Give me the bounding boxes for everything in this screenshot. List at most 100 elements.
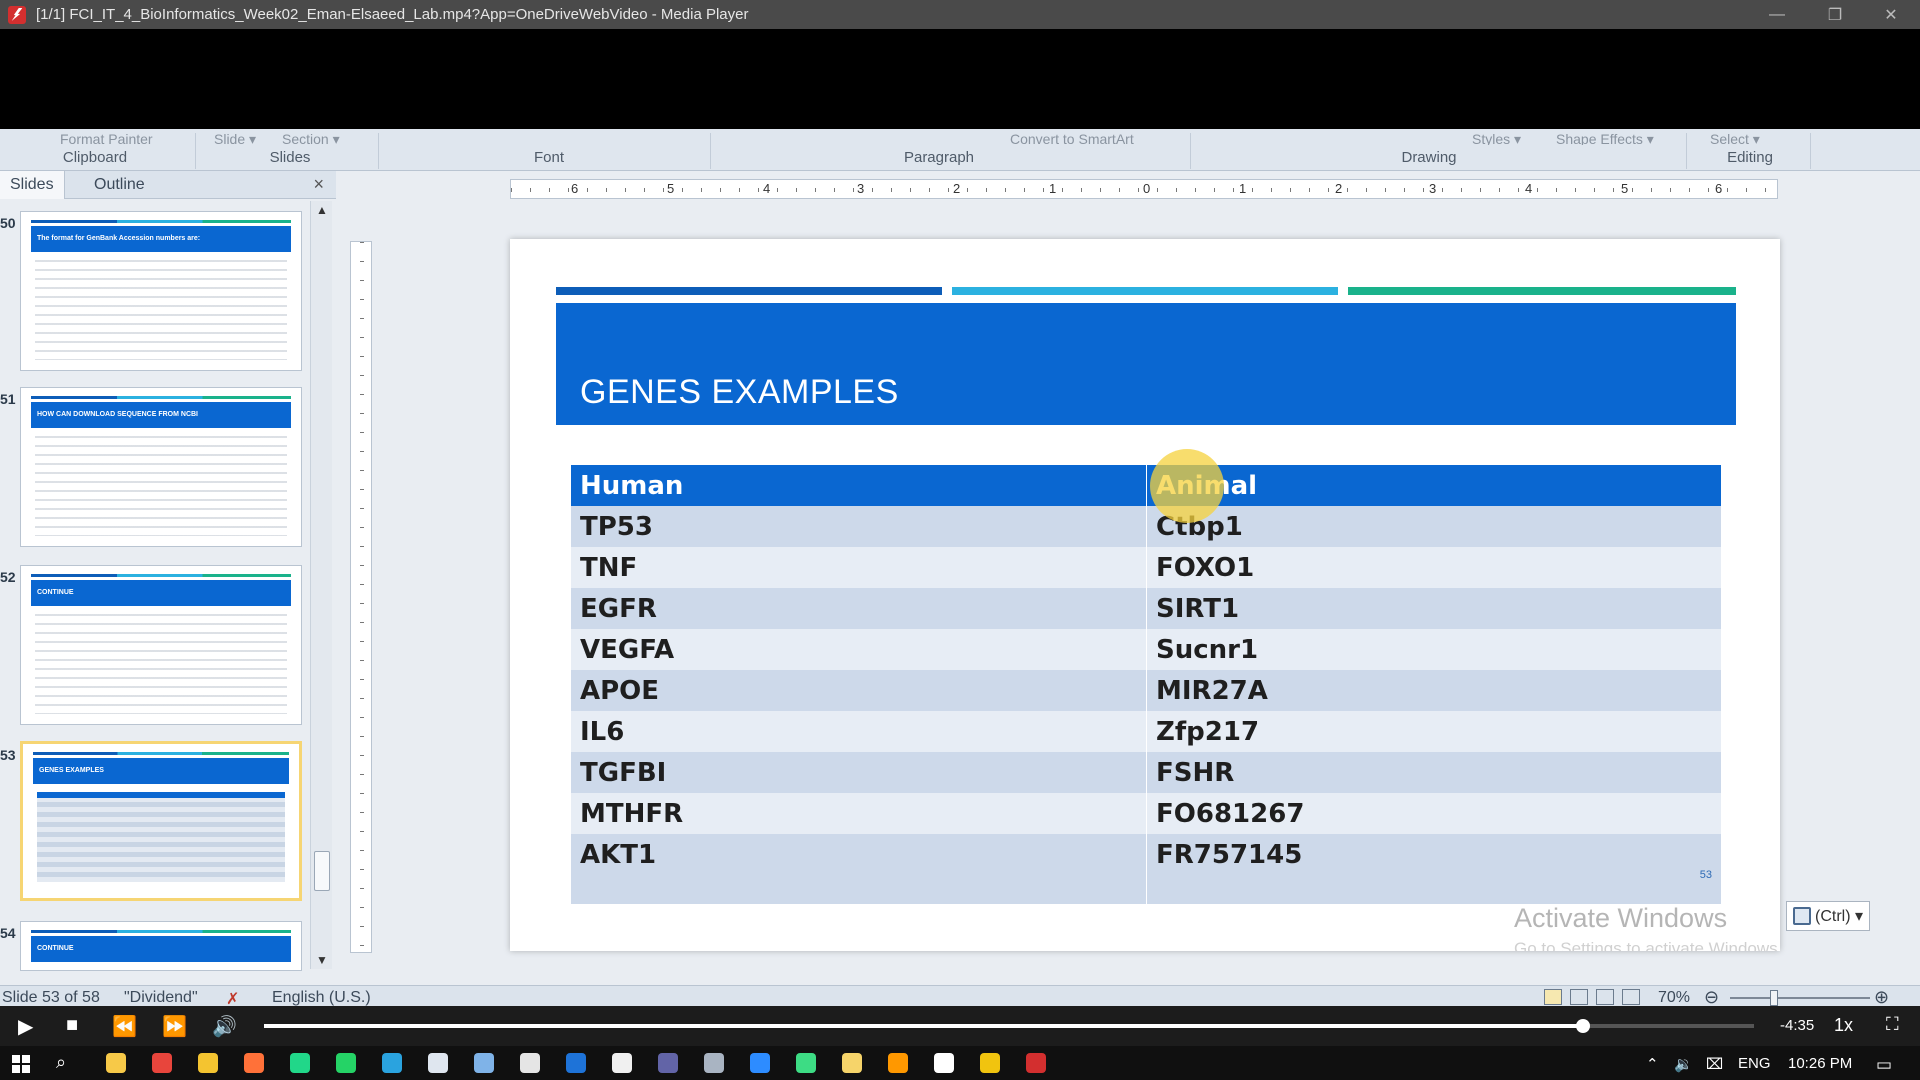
animal-gene: SIRT1 xyxy=(1146,588,1721,629)
zoom-icon[interactable] xyxy=(750,1053,770,1073)
file-explorer-icon[interactable] xyxy=(198,1053,218,1073)
volume-tray-icon[interactable]: 🔉 xyxy=(1674,1055,1693,1073)
telegram-icon[interactable] xyxy=(382,1053,402,1073)
scroll-up-icon[interactable]: ▲ xyxy=(316,203,328,217)
animal-gene: FO681267 xyxy=(1146,793,1721,834)
fullscreen-icon[interactable]: ⛶ xyxy=(1886,1014,1899,1035)
slides-pane: Slides Outline × 50 The format for GenBa… xyxy=(0,171,340,971)
vertical-ruler xyxy=(350,241,372,953)
ruler-label: 6 xyxy=(569,181,581,196)
zoom-slider-knob[interactable] xyxy=(1770,990,1778,1006)
minimize-button[interactable]: — xyxy=(1748,0,1806,29)
sublime-icon[interactable] xyxy=(888,1053,908,1073)
calendar-icon[interactable] xyxy=(520,1053,540,1073)
seek-bar[interactable] xyxy=(264,1019,1754,1033)
slide-thumbnail-54[interactable]: CONTINUE xyxy=(20,921,302,971)
zoom-in-icon[interactable]: ⊕ xyxy=(1874,987,1889,1008)
slide-sorter-view-icon[interactable] xyxy=(1570,989,1588,1005)
stop-icon[interactable]: ■ xyxy=(66,1014,78,1037)
scroll-thumb[interactable] xyxy=(314,851,330,891)
group-paragraph: Paragraph xyxy=(903,149,975,166)
zoom-out-icon[interactable]: ⊖ xyxy=(1704,987,1719,1008)
notifications-icon[interactable]: ▭ xyxy=(1876,1055,1892,1075)
ribbon: Format Painter Slide ▾ Section ▾ Convert… xyxy=(0,129,1920,171)
slide-canvas[interactable]: GENES EXAMPLES Human Animal TP53 Ctbp1 T… xyxy=(510,239,1783,951)
play-icon[interactable]: ▶ xyxy=(18,1014,33,1039)
table-row: IL6 Zfp217 xyxy=(571,711,1721,752)
maximize-button[interactable]: ❐ xyxy=(1806,0,1864,29)
photos-icon[interactable] xyxy=(428,1053,448,1073)
firefox-icon[interactable] xyxy=(244,1053,264,1073)
store-icon[interactable] xyxy=(704,1053,724,1073)
activate-windows-subtext: Go to Settings to activate Windows. xyxy=(1514,939,1783,951)
playback-speed-button[interactable]: 1x xyxy=(1834,1015,1853,1036)
slide-thumbnail-50[interactable]: The format for GenBank Accession numbers… xyxy=(20,211,302,371)
whatsapp-icon[interactable] xyxy=(336,1053,356,1073)
outlook-icon[interactable] xyxy=(566,1053,586,1073)
ruler-label: 3 xyxy=(1427,181,1439,196)
fast-forward-icon[interactable]: ⏩ xyxy=(162,1014,187,1039)
android-studio-icon[interactable] xyxy=(796,1053,816,1073)
table-header-row: Human Animal xyxy=(571,465,1721,506)
human-gene: MTHFR xyxy=(580,799,684,829)
vlc-icon[interactable] xyxy=(934,1053,954,1073)
tab-outline[interactable]: Outline xyxy=(84,171,155,199)
slideshow-view-icon[interactable] xyxy=(1622,989,1640,1005)
normal-view-icon[interactable] xyxy=(1544,989,1562,1005)
power-automate-icon[interactable] xyxy=(106,1053,126,1073)
pycharm-icon[interactable] xyxy=(290,1053,310,1073)
ruler-label: 5 xyxy=(665,181,677,196)
ruler-label: 4 xyxy=(1523,181,1535,196)
window-title-bar: [1/1] FCI_IT_4_BioInformatics_Week02_Ema… xyxy=(0,0,1920,29)
slides-pane-scrollbar[interactable]: ▲ ▼ xyxy=(310,201,332,969)
thumbnail-title: CONTINUE xyxy=(31,580,291,606)
slide-title-box[interactable]: GENES EXAMPLES xyxy=(556,303,1736,425)
git-icon[interactable] xyxy=(980,1053,1000,1073)
seek-bar-knob[interactable] xyxy=(1575,1019,1590,1033)
format-painter-label: Format Painter xyxy=(60,131,153,145)
ruler-label: 0 xyxy=(1141,181,1153,196)
thumbnail-number: 54 xyxy=(0,925,16,941)
shape-effects-label: Shape Effects ▾ xyxy=(1556,131,1654,145)
close-pane-icon[interactable]: × xyxy=(313,174,324,195)
windows-start-icon[interactable] xyxy=(12,1055,30,1073)
ruler-label: 2 xyxy=(951,181,963,196)
slide-thumbnail-53[interactable]: GENES EXAMPLES xyxy=(20,741,302,901)
rewind-icon[interactable]: ⏪ xyxy=(112,1014,137,1039)
genes-table[interactable]: Human Animal TP53 Ctbp1 TNF FOXO1 EGFR S… xyxy=(571,465,1721,904)
zoom-slider[interactable] xyxy=(1730,997,1870,999)
search-icon[interactable]: ⌕ xyxy=(56,1052,66,1073)
tray-chevron-icon[interactable]: ⌃ xyxy=(1646,1055,1659,1073)
animal-gene: FSHR xyxy=(1146,752,1721,793)
clock[interactable]: 10:26 PM xyxy=(1788,1055,1852,1072)
human-gene: TP53 xyxy=(580,512,653,542)
close-window-button[interactable]: ✕ xyxy=(1862,0,1920,29)
seek-bar-fill xyxy=(264,1024,1583,1028)
table-row: EGFR SIRT1 xyxy=(571,588,1721,629)
cursor-highlight xyxy=(1150,449,1224,523)
slide-thumbnail-52[interactable]: CONTINUE xyxy=(20,565,302,725)
slide-thumbnail-51[interactable]: HOW CAN DOWNLOAD SEQUENCE FROM NCBI xyxy=(20,387,302,547)
chrome-icon[interactable] xyxy=(152,1053,172,1073)
horizontal-ruler: 6 5 4 3 2 1 0 1 2 3 4 5 6 xyxy=(510,179,1778,199)
paste-options-button[interactable]: (Ctrl) ▾ xyxy=(1786,901,1870,931)
network-icon[interactable]: ⌧ xyxy=(1706,1055,1723,1073)
media-player-icon[interactable] xyxy=(1026,1053,1046,1073)
tab-slides[interactable]: Slides xyxy=(0,171,65,199)
thumbnail-title: CONTINUE xyxy=(31,936,291,962)
video-frame[interactable]: Format Painter Slide ▾ Section ▾ Convert… xyxy=(0,29,1920,1029)
animal-gene: MIR27A xyxy=(1146,670,1721,711)
sticky-notes-icon[interactable] xyxy=(842,1053,862,1073)
volume-icon[interactable]: 🔊 xyxy=(212,1014,237,1039)
language-indicator[interactable]: English (U.S.) xyxy=(272,989,371,1007)
reading-view-icon[interactable] xyxy=(1596,989,1614,1005)
styles-label: Styles ▾ xyxy=(1472,131,1522,145)
activate-windows-watermark: Activate Windows xyxy=(1514,903,1728,933)
notepad-icon[interactable] xyxy=(474,1053,494,1073)
scroll-down-icon[interactable]: ▼ xyxy=(316,953,328,967)
zoom-level[interactable]: 70% xyxy=(1658,989,1690,1007)
thumbnail-title: HOW CAN DOWNLOAD SEQUENCE FROM NCBI xyxy=(31,402,291,428)
teams-icon[interactable] xyxy=(658,1053,678,1073)
language-tray[interactable]: ENG xyxy=(1738,1055,1771,1072)
teams-app-icon[interactable] xyxy=(612,1053,632,1073)
